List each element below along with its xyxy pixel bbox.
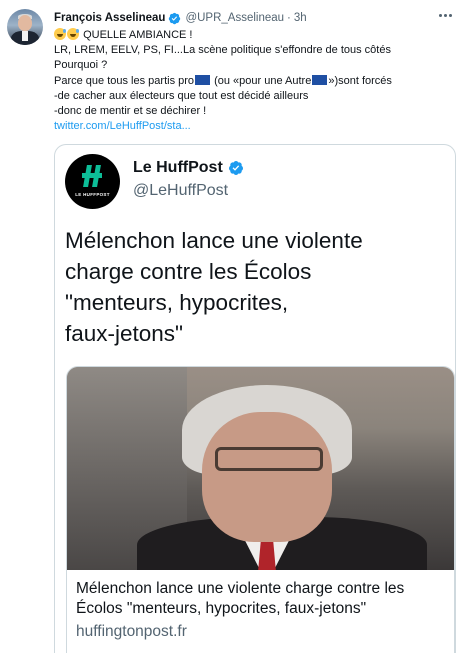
headline-line: charge contre les Écolos	[65, 259, 312, 284]
article-title-line: Mélenchon lance une violente charge cont…	[76, 580, 405, 597]
eu-flag-icon	[195, 74, 211, 85]
tweet-line-text: (ou «pour une Autre	[211, 74, 312, 87]
headline-line: Mélenchon lance une violente	[65, 228, 363, 253]
tweet-line: -de cacher aux électeurs que tout est dé…	[54, 89, 309, 102]
article-title-line: Écolos "menteurs, hypocrites, faux-jeton…	[76, 600, 367, 617]
tweet-line: Pourquoi ?	[54, 59, 108, 72]
author-name[interactable]: François Asselineau	[54, 12, 165, 24]
tweet-line: Parce que tous les partis pro (ou «pour …	[54, 74, 454, 89]
eu-flag-icon	[312, 74, 328, 85]
author-handle[interactable]: @UPR_Asselineau	[185, 12, 284, 24]
more-options-icon[interactable]	[436, 7, 454, 23]
headline-line: faux-jetons"	[65, 321, 184, 346]
article-domain: huffingtonpost.fr	[76, 623, 187, 640]
quoted-author: Le HuffPost	[133, 159, 248, 177]
quoted-tweet[interactable]: LE HUFFPOST Le HuffPost @LeHuffPost Méle…	[54, 144, 456, 653]
tweet-line: QUELLE AMBIANCE !	[54, 28, 454, 43]
article-title: Mélenchon lance une violente charge cont…	[76, 579, 451, 619]
article-image	[67, 367, 454, 570]
article-link-card[interactable]: Mélenchon lance une violente charge cont…	[66, 366, 455, 653]
tweet-link[interactable]: twitter.com/LeHuffPost/sta...	[54, 119, 454, 134]
verified-badge-icon	[169, 12, 181, 24]
quoted-author-name[interactable]: Le HuffPost	[133, 159, 223, 177]
author-avatar[interactable]	[7, 9, 43, 45]
tweet-line-text: QUELLE AMBIANCE !	[83, 29, 193, 41]
verified-badge-icon	[228, 161, 243, 175]
tweet-line-text: »)sont forcés	[328, 74, 392, 87]
tweet: François Asselineau @UPR_Asselineau · 3h…	[0, 0, 464, 653]
tweet-text: QUELLE AMBIANCE ! LR, LREM, EELV, PS, FI…	[54, 28, 454, 134]
grinning-sweat-emoji	[67, 28, 79, 40]
huffpost-avatar[interactable]: LE HUFFPOST	[65, 154, 120, 209]
header-separator: ·	[287, 12, 291, 24]
quoted-tweet-text: Mélenchon lance une violente charge cont…	[65, 225, 445, 349]
tweet-line: LR, LREM, EELV, PS, FI...La scène politi…	[54, 44, 391, 57]
headline-line: "menteurs, hypocrites,	[65, 290, 289, 315]
tweet-header: François Asselineau @UPR_Asselineau · 3h	[54, 10, 307, 26]
huffpost-logo-text: LE HUFFPOST	[75, 192, 110, 197]
quoted-author-handle[interactable]: @LeHuffPost	[133, 182, 228, 200]
grinning-sweat-emoji	[54, 28, 66, 40]
tweet-line-text: Parce que tous les partis pro	[54, 74, 195, 87]
tweet-line: -donc de mentir et se déchirer !	[54, 105, 207, 118]
tweet-timestamp[interactable]: 3h	[294, 12, 307, 24]
